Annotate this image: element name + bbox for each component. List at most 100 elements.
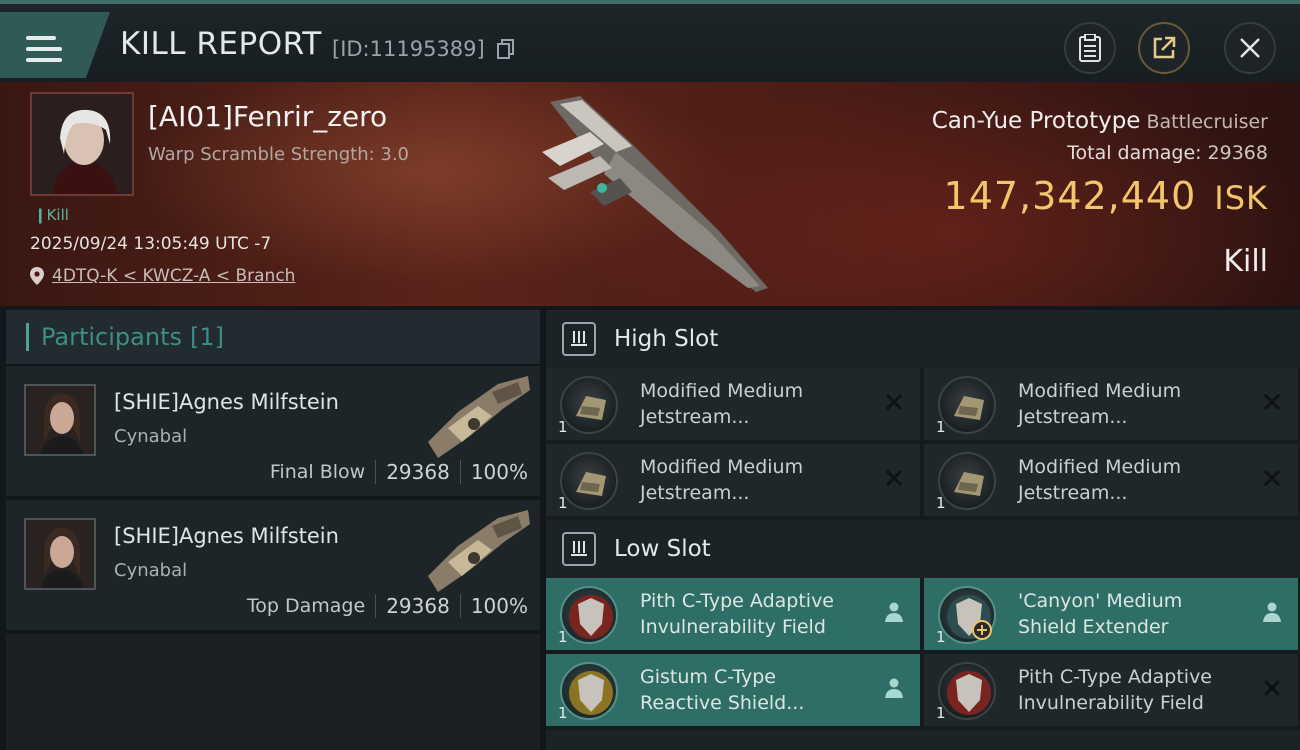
victim-ship-image[interactable] <box>520 82 780 306</box>
participant-ship: Cynabal <box>114 560 188 581</box>
participant-damage: 29368 <box>386 460 450 484</box>
module-item[interactable]: 1 Modified Medium Jetstream... <box>546 444 920 516</box>
module-item[interactable]: 1 Modified Medium Jetstream... <box>924 444 1298 516</box>
participant-avatar[interactable] <box>24 518 96 590</box>
close-button[interactable] <box>1224 22 1276 74</box>
high-slot-icon <box>562 322 596 356</box>
destroyed-icon <box>1263 393 1281 411</box>
module-quantity: 1 <box>936 494 946 512</box>
victim-ship: Can-Yue Prototype Battlecruiser <box>932 108 1268 134</box>
module-name-line2: Jetstream... <box>640 406 750 428</box>
invulnerability-field-icon <box>560 586 618 644</box>
jetstream-module-icon <box>938 376 996 434</box>
participant-role: Final Blow <box>269 461 366 483</box>
module-name: Gistum C-Type Reactive Shield... <box>640 664 870 716</box>
report-id: [ID:11195389] <box>332 37 485 61</box>
participants-count: [1] <box>189 323 224 351</box>
module-name-line2: Invulnerability Field <box>1018 692 1204 714</box>
module-item[interactable]: 1 Gistum C-Type Reactive Shield... <box>546 654 920 726</box>
module-item[interactable]: 1 Pith C-Type Adaptive Invulnerability F… <box>924 654 1298 726</box>
module-name-line1: Modified Medium <box>1018 380 1182 402</box>
total-damage-value: 29368 <box>1207 142 1268 164</box>
jetstream-module-icon <box>560 376 618 434</box>
participant-row[interactable]: [SHIE]Agnes Milfstein Cynabal Final Blow… <box>6 366 540 500</box>
ship-name[interactable]: Can-Yue Prototype <box>932 108 1141 134</box>
avatar <box>32 94 132 194</box>
low-slot-grid: 1 Pith C-Type Adaptive Invulnerability F… <box>546 578 1300 726</box>
mid-slot-header-partial <box>546 730 1300 750</box>
shield-extender-icon <box>938 586 996 644</box>
participant-ship-image[interactable] <box>418 372 536 464</box>
kill-banner: [AI01]Fenrir_zero Warp Scramble Strength… <box>0 82 1300 306</box>
invulnerability-field-icon <box>938 662 996 720</box>
module-name: 'Canyon' Medium Shield Extender <box>1018 588 1248 640</box>
menu-icon[interactable] <box>26 36 62 64</box>
high-slot-header: High Slot <box>546 310 1300 368</box>
location-link[interactable]: 4DTQ-K < KWCZ-A < Branch <box>30 266 295 286</box>
divider <box>459 594 461 618</box>
participant-avatar[interactable] <box>24 384 96 456</box>
module-quantity: 1 <box>936 418 946 436</box>
page-title: KILL REPORT <box>120 26 322 62</box>
total-damage-label: Total damage: <box>1067 142 1202 164</box>
divider <box>375 460 377 484</box>
participants-label: Participants <box>41 323 182 351</box>
dropped-person-icon <box>885 678 903 698</box>
module-name-line2: Invulnerability Field <box>640 616 826 638</box>
low-slot-title: Low Slot <box>614 536 711 562</box>
module-name: Pith C-Type Adaptive Invulnerability Fie… <box>1018 664 1248 716</box>
export-button[interactable] <box>1138 22 1190 74</box>
export-icon <box>1153 36 1176 59</box>
participant-percent: 100% <box>470 594 528 618</box>
participants-panel: Participants [1] [SHIE]Agnes Milfstein C… <box>6 310 540 750</box>
location-text[interactable]: 4DTQ-K < KWCZ-A < Branch <box>52 266 295 286</box>
close-icon <box>1240 38 1260 58</box>
victim-portrait[interactable] <box>30 92 134 196</box>
clipboard-button[interactable] <box>1064 22 1116 74</box>
module-item[interactable]: 1 Pith C-Type Adaptive Invulnerability F… <box>546 578 920 650</box>
total-damage: Total damage: 29368 <box>1067 142 1268 164</box>
menu-tab[interactable] <box>0 12 110 78</box>
participant-stats: Final Blow 29368 100% <box>270 460 528 484</box>
participant-name[interactable]: [SHIE]Agnes Milfstein <box>114 390 339 414</box>
module-name: Pith C-Type Adaptive Invulnerability Fie… <box>640 588 870 640</box>
module-quantity: 1 <box>558 704 568 722</box>
participant-percent: 100% <box>470 460 528 484</box>
module-name-line1: Pith C-Type Adaptive <box>640 590 834 612</box>
isk-amount: 147,342,440 <box>943 174 1197 218</box>
destroyed-icon <box>1263 679 1281 697</box>
high-slot-title: High Slot <box>614 326 719 352</box>
divider <box>375 594 377 618</box>
low-slot-header: Low Slot <box>546 520 1300 578</box>
kill-tag: ❙Kill <box>34 206 69 224</box>
module-name: Modified Medium Jetstream... <box>1018 454 1248 506</box>
low-slot-icon <box>562 532 596 566</box>
module-name-line2: Reactive Shield... <box>640 692 805 714</box>
victim-name[interactable]: [AI01]Fenrir_zero <box>148 100 387 133</box>
location-pin-icon <box>30 267 44 285</box>
participant-stats: Top Damage 29368 100% <box>247 594 528 618</box>
module-name-line2: Jetstream... <box>1018 406 1128 428</box>
header-accent-bar <box>26 323 29 351</box>
module-name-line2: Jetstream... <box>1018 482 1128 504</box>
fittings-panel: High Slot 1 Modified Medium Jetstream...… <box>546 310 1300 750</box>
jetstream-module-icon <box>560 452 618 510</box>
participant-name[interactable]: [SHIE]Agnes Milfstein <box>114 524 339 548</box>
participant-ship-image[interactable] <box>418 506 536 598</box>
copy-icon[interactable] <box>497 39 515 59</box>
isk-unit: ISK <box>1214 179 1268 217</box>
avatar <box>26 520 94 588</box>
module-quantity: 1 <box>558 628 568 646</box>
participants-header[interactable]: Participants [1] <box>6 310 540 366</box>
module-item[interactable]: 1 Modified Medium Jetstream... <box>546 368 920 440</box>
module-item[interactable]: 1 Modified Medium Jetstream... <box>924 368 1298 440</box>
module-name: Modified Medium Jetstream... <box>640 378 870 430</box>
header-bar: KILL REPORT [ID:11195389] <box>0 0 1300 82</box>
kill-datetime: 2025/09/24 13:05:49 UTC -7 <box>30 234 272 254</box>
module-quantity: 1 <box>558 494 568 512</box>
module-quantity: 1 <box>936 704 946 722</box>
participant-row[interactable]: [SHIE]Agnes Milfstein Cynabal Top Damage… <box>6 500 540 634</box>
ship-class: Battlecruiser <box>1146 111 1268 133</box>
module-item[interactable]: 1 'Canyon' Medium Shield Extender <box>924 578 1298 650</box>
module-name: Modified Medium Jetstream... <box>1018 378 1248 430</box>
